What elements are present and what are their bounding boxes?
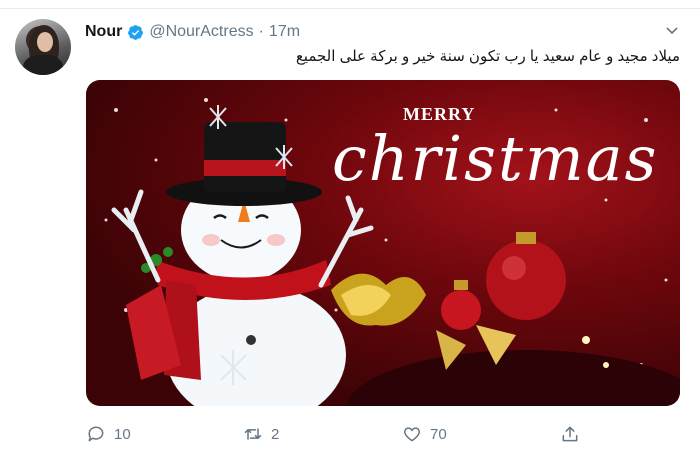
reply-count: 10 — [114, 425, 131, 443]
like-count: 70 — [430, 425, 447, 443]
share-icon — [562, 426, 578, 442]
avatar-body — [23, 55, 63, 75]
avatar-face — [37, 32, 53, 52]
avatar[interactable] — [15, 19, 71, 75]
verified-badge-icon — [128, 24, 144, 40]
image-text-christmas: christmas — [332, 122, 659, 195]
chevron-down-icon[interactable] — [664, 22, 680, 38]
tweet-actions: 10 2 70 — [86, 424, 686, 448]
author-handle[interactable]: @NourActress — [149, 23, 253, 41]
top-divider — [0, 8, 700, 9]
tweet-timestamp[interactable]: 17m — [269, 23, 300, 41]
reply-icon — [88, 426, 104, 442]
like-icon — [403, 427, 421, 442]
tweet-header: Nour @NourActress · 17m — [85, 22, 300, 42]
like-button[interactable]: 70 — [402, 424, 447, 444]
separator-dot: · — [258, 23, 264, 40]
tweet-text: ميلاد مجيد و عام سعيد يا رب تكون سنة خير… — [295, 48, 680, 65]
tweet-image[interactable]: MERRY christmas — [86, 80, 680, 406]
retweet-count: 2 — [271, 425, 280, 443]
retweet-button[interactable]: 2 — [243, 424, 279, 444]
share-button[interactable] — [560, 424, 580, 444]
reply-button[interactable]: 10 — [86, 424, 131, 444]
retweet-icon — [244, 428, 262, 440]
author-name[interactable]: Nour — [85, 23, 122, 41]
